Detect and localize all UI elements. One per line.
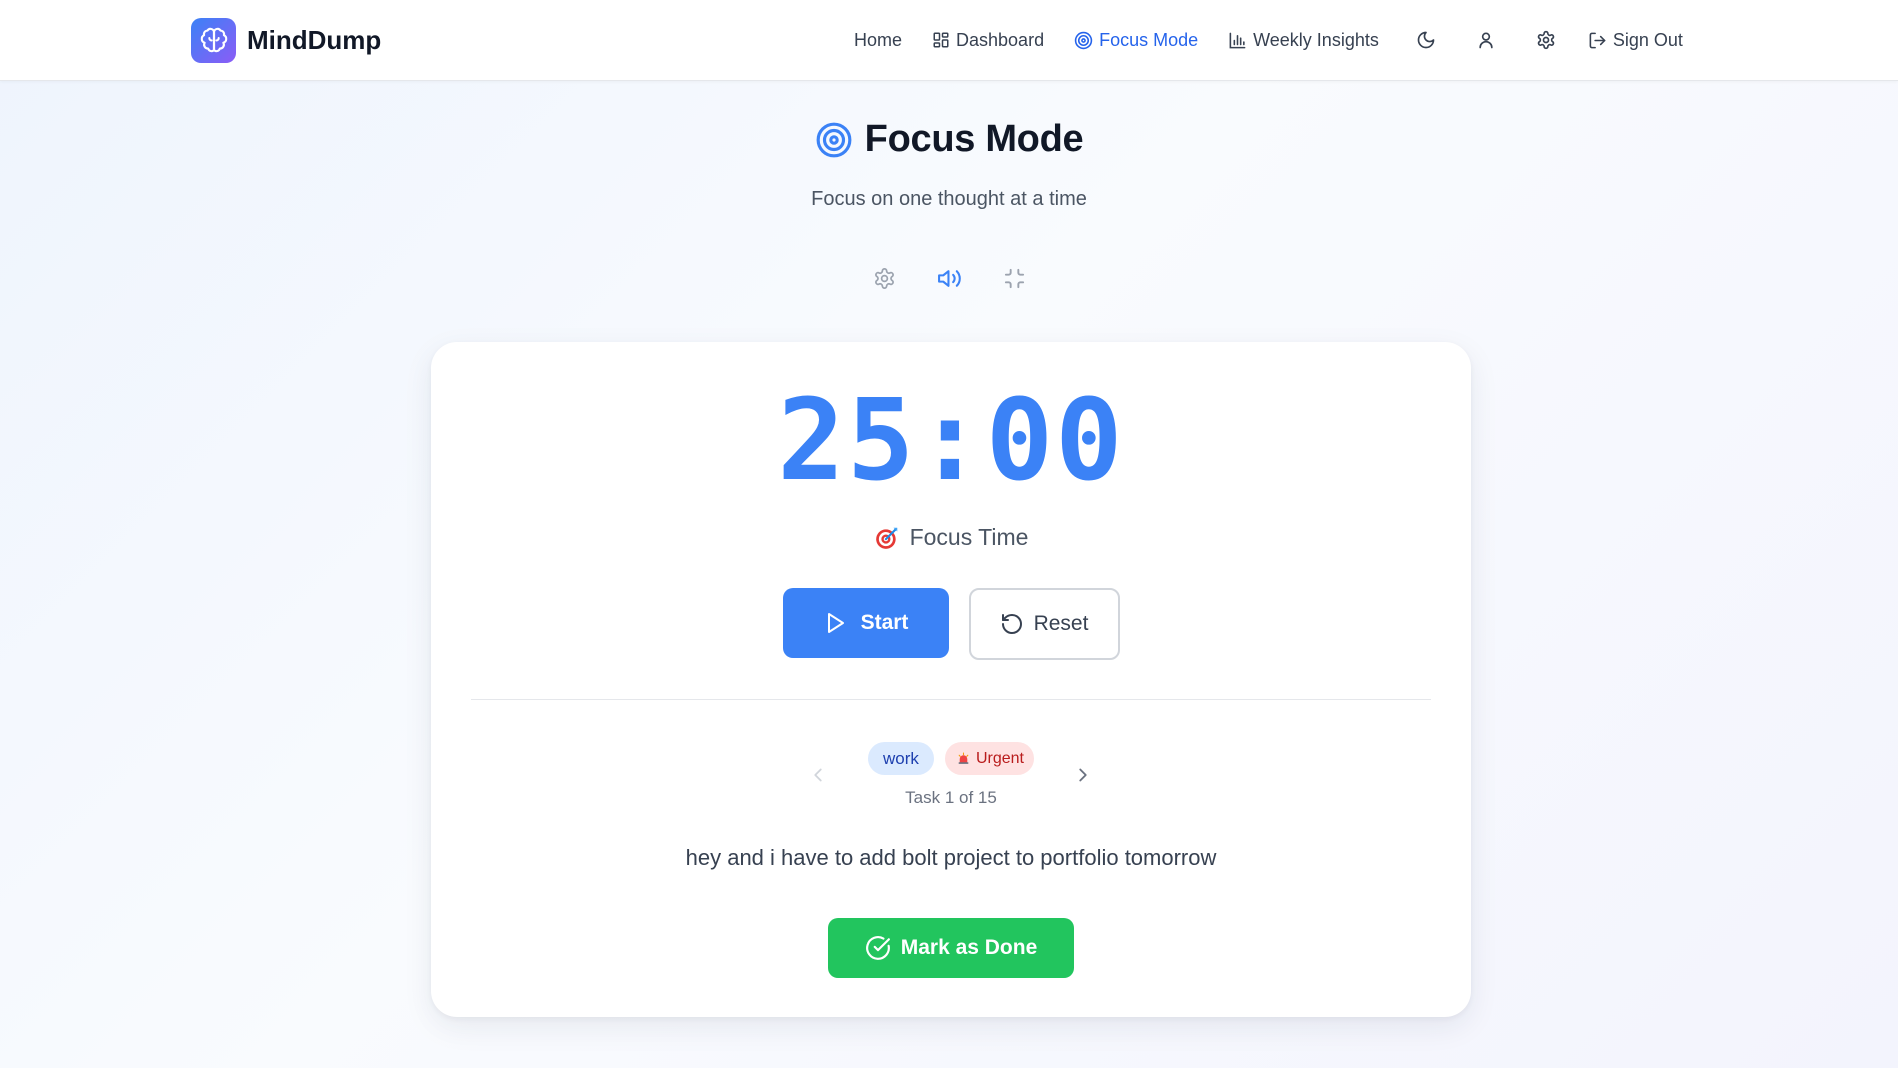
nav-dashboard-label: Dashboard [956, 29, 1045, 50]
timer-minutes: 25 [777, 376, 917, 506]
start-label: Start [860, 611, 909, 634]
settings-button[interactable] [1526, 20, 1566, 60]
timer-settings-button[interactable] [864, 258, 904, 298]
target-icon [815, 121, 853, 159]
nav-weekly-insights[interactable]: Weekly Insights [1228, 30, 1379, 51]
play-icon [823, 611, 847, 635]
top-navbar: MindDump Home Dashboard Focus Mode Weekl… [0, 0, 1898, 81]
siren-icon [957, 752, 970, 765]
chevron-right-icon [1072, 764, 1094, 786]
brain-icon [191, 18, 236, 63]
main-nav: Home Dashboard Focus Mode Weekly Insight… [854, 20, 1683, 60]
sign-out-button[interactable]: Sign Out [1588, 30, 1683, 51]
gear-icon [873, 267, 896, 290]
timer-mode: Focus Time [431, 524, 1471, 551]
page-title: Focus Mode [864, 118, 1084, 160]
current-task-text: hey and i have to add bolt project to po… [685, 845, 1217, 870]
tag-urgent: Urgent [944, 742, 1034, 775]
reset-icon [1000, 612, 1024, 636]
volume-icon [937, 266, 962, 291]
tag-work: work [868, 742, 934, 775]
moon-icon [1416, 30, 1436, 50]
tag-urgent-label: Urgent [975, 749, 1024, 767]
nav-focus-mode-label: Focus Mode [1099, 29, 1199, 50]
theme-toggle-button[interactable] [1406, 20, 1446, 60]
timer-display: 25:00 [431, 379, 1471, 503]
task-navigator: work Urgent Task 1 of 15 [431, 740, 1471, 810]
focus-card: 25:00 Focus Time Start Reset work Urgent… [431, 342, 1471, 1017]
gear-icon [1536, 30, 1556, 50]
focus-toolbar [0, 258, 1898, 298]
task-tags: work Urgent [431, 742, 1471, 775]
exit-fullscreen-button[interactable] [994, 258, 1034, 298]
timer-controls: Start Reset [431, 588, 1471, 660]
check-circle-icon [865, 935, 891, 961]
brand[interactable]: MindDump [191, 18, 381, 63]
direct-hit-icon [874, 525, 900, 551]
nav-home[interactable]: Home [854, 30, 902, 51]
nav-dashboard[interactable]: Dashboard [932, 30, 1044, 51]
grid-icon [932, 31, 950, 49]
page-subtitle: Focus on one thought at a time [811, 188, 1087, 210]
mark-done-label: Mark as Done [900, 936, 1038, 959]
user-icon [1476, 30, 1496, 50]
target-icon [1074, 31, 1093, 50]
next-task-button[interactable] [1068, 760, 1098, 790]
divider [471, 699, 1431, 700]
brand-name: MindDump [247, 25, 382, 55]
start-button[interactable]: Start [782, 588, 949, 658]
minimize-icon [1003, 267, 1026, 290]
reset-label: Reset [1033, 612, 1089, 635]
profile-button[interactable] [1466, 20, 1506, 60]
bar-chart-icon [1228, 31, 1247, 50]
logout-icon [1588, 31, 1607, 50]
timer-mode-label: Focus Time [909, 524, 1029, 550]
nav-home-label: Home [854, 29, 903, 50]
sound-toggle-button[interactable] [929, 258, 969, 298]
sign-out-label: Sign Out [1612, 29, 1683, 50]
timer-seconds: 00 [985, 376, 1125, 506]
mark-done-button[interactable]: Mark as Done [828, 918, 1074, 978]
page-header: Focus Mode [0, 118, 1898, 161]
task-counter: Task 1 of 15 [905, 788, 997, 807]
reset-button[interactable]: Reset [968, 588, 1120, 660]
timer-separator: : [916, 376, 986, 506]
nav-focus-mode[interactable]: Focus Mode [1074, 30, 1198, 51]
nav-weekly-insights-label: Weekly Insights [1253, 29, 1379, 50]
